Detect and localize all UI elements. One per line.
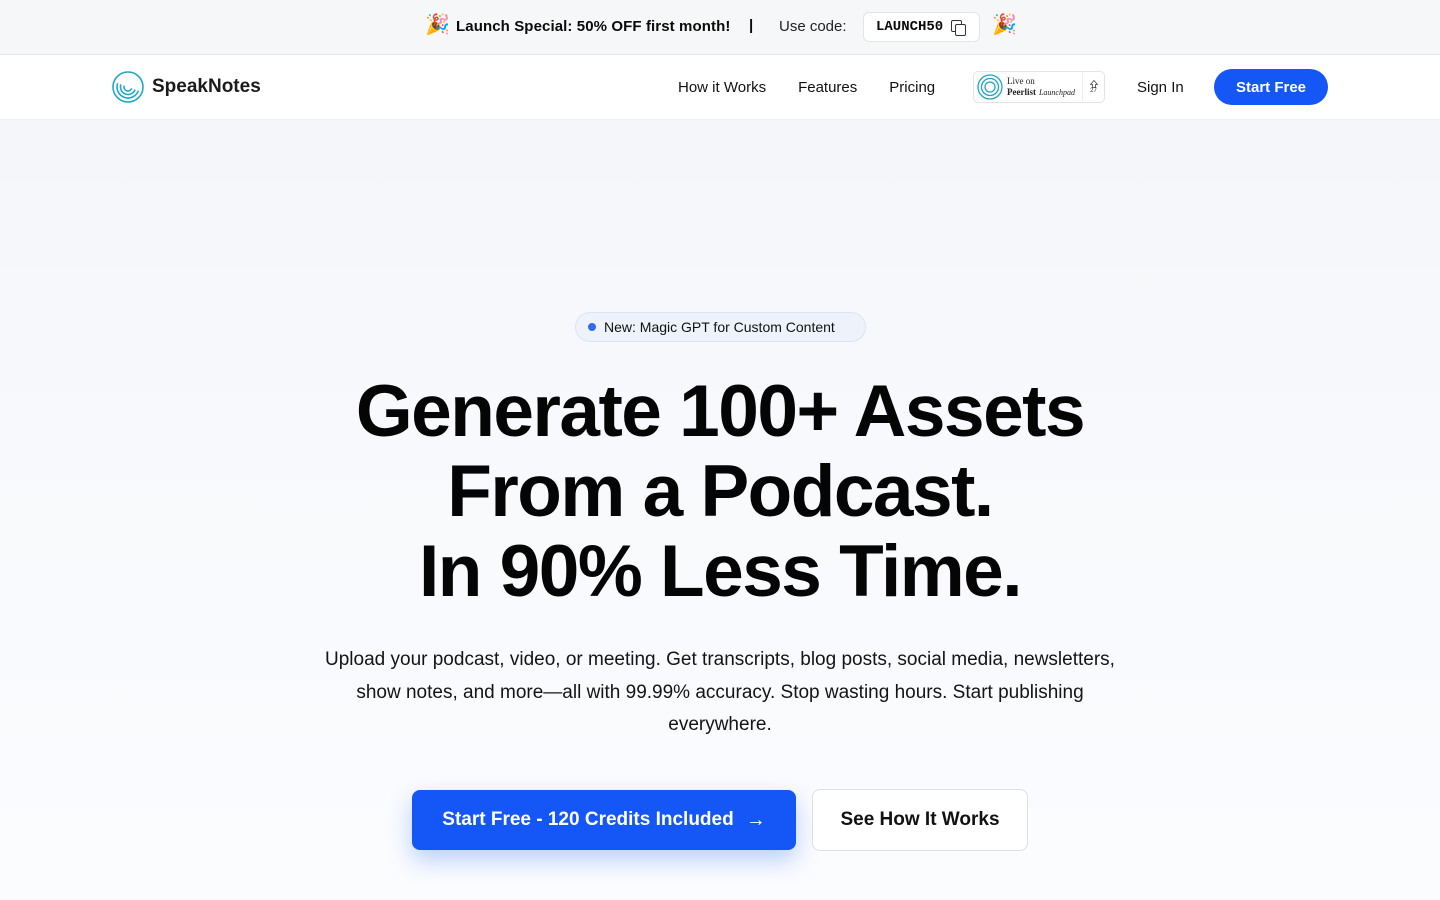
use-code-label: Use code: <box>779 18 847 35</box>
promo-text: Launch Special: 50% OFF first month! <box>456 18 731 35</box>
announcement-bar: 🎉 Launch Special: 50% OFF first month! |… <box>0 0 1440 55</box>
upvote-count: 27 <box>1090 88 1097 94</box>
peerlist-live-on: Live on <box>1007 76 1035 86</box>
pill-label: New: Magic GPT for Custom Content <box>604 319 835 335</box>
party-popper-icon: 🎉 <box>992 14 1017 36</box>
see-how-it-works-button[interactable]: See How It Works <box>812 789 1028 851</box>
nav-link-features[interactable]: Features <box>798 79 857 96</box>
brand-name: SpeakNotes <box>152 76 261 97</box>
copy-icon <box>951 20 967 36</box>
nav-link-pricing[interactable]: Pricing <box>889 79 935 96</box>
hero-section: New: Magic GPT for Custom Content Genera… <box>0 120 1440 900</box>
nav-link-how-it-works[interactable]: How it Works <box>678 79 766 96</box>
peerlist-upvotes: 27 <box>1082 73 1104 101</box>
party-popper-icon: 🎉 <box>425 14 450 36</box>
start-free-cta-button[interactable]: Start Free - 120 Credits Included → <box>412 790 796 850</box>
peerlist-text: Live on Peerlist Launchpad <box>1007 76 1075 98</box>
hero-subtitle: Upload your podcast, video, or meeting. … <box>325 649 1115 735</box>
sign-in-link[interactable]: Sign In <box>1137 79 1184 96</box>
headline-line-3: In 90% Less Time. <box>418 531 1023 612</box>
cta-primary-label: Start Free - 120 Credits Included <box>442 809 734 830</box>
separator: | <box>749 17 754 34</box>
peerlist-name: Peerlist <box>1007 87 1036 97</box>
peerlist-suffix: Launchpad <box>1038 88 1075 97</box>
upvote-arrow-icon <box>1089 80 1098 88</box>
top-nav: SpeakNotes How it Works Features Pricing… <box>0 55 1440 120</box>
status-dot-icon <box>588 323 596 331</box>
new-feature-pill[interactable]: New: Magic GPT for Custom Content <box>575 312 866 342</box>
peerlist-logo-icon <box>977 74 1003 100</box>
promo-code: LAUNCH50 <box>876 19 944 35</box>
headline-line-2: From a Podcast. <box>447 451 994 532</box>
hero-headline: Generate 100+ Assets From a Podcast. In … <box>0 372 1440 612</box>
copy-code-button[interactable]: LAUNCH50 <box>863 12 980 42</box>
start-free-nav-button[interactable]: Start Free <box>1214 69 1328 105</box>
headline-line-1: Generate 100+ Assets <box>355 371 1086 452</box>
peerlist-launchpad-badge[interactable]: Live on Peerlist Launchpad 27 <box>973 71 1105 103</box>
nav-links: How it Works Features Pricing <box>678 79 935 96</box>
brand-logo-link[interactable]: SpeakNotes <box>112 71 261 103</box>
arrow-right-icon: → <box>745 808 766 831</box>
speaknotes-logo-icon <box>112 71 144 103</box>
